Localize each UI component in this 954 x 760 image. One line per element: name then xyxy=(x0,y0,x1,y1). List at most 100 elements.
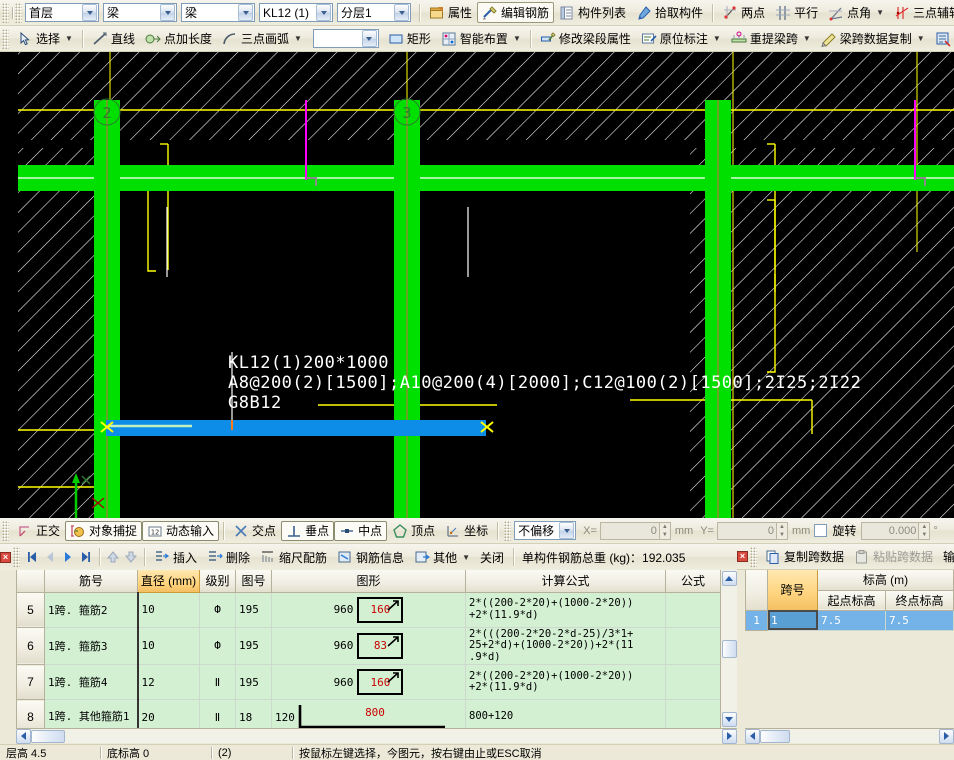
x-offset-spinner[interactable]: ▲▼ xyxy=(660,522,671,540)
cell-grade[interactable]: Ф xyxy=(200,592,236,627)
chevron-down-icon[interactable]: ▼ xyxy=(713,34,721,43)
rotate-input[interactable]: 0.000 xyxy=(861,522,919,540)
close-panel-button[interactable]: 关闭 xyxy=(475,547,509,568)
scroll-thumb[interactable] xyxy=(722,640,737,658)
dynamic-input-button[interactable]: 12 动态输入 xyxy=(142,521,219,541)
chevron-down-icon[interactable]: ▼ xyxy=(65,34,73,43)
ortho-button[interactable]: 正交 xyxy=(12,521,65,541)
cell-figure-no[interactable]: 195 xyxy=(236,627,272,665)
th-rebar-no[interactable]: 筋号 xyxy=(45,570,138,592)
th-span-no[interactable]: 跨号 xyxy=(768,570,818,610)
re-extract-span-button[interactable]: 重提梁跨 ▼ xyxy=(726,28,816,49)
rebar-toolbar-grip[interactable] xyxy=(13,547,20,567)
cell-shape[interactable]: 960 160 xyxy=(272,592,466,627)
component-category-combo[interactable]: 梁 xyxy=(181,3,255,22)
cell-grade[interactable]: Ф xyxy=(200,627,236,665)
th-start-elevation[interactable]: 起点标高 xyxy=(818,590,886,610)
component-type-combo[interactable]: 梁 xyxy=(103,3,177,22)
span-scroll-right-button[interactable] xyxy=(939,729,954,744)
properties-button[interactable]: 属性 xyxy=(424,2,477,23)
cell-formula[interactable]: 2*(((200-2*20-2*d-25)/3*1+ 25+2*d)+(1000… xyxy=(466,627,666,665)
copy-span-data-button[interactable]: 复制跨数据 xyxy=(760,546,849,567)
chevron-down-icon[interactable] xyxy=(362,30,377,47)
line-button[interactable]: 直线 xyxy=(87,28,140,49)
component-list-button[interactable]: 构件列表 xyxy=(554,2,631,23)
y-offset-input[interactable]: 0 xyxy=(717,522,777,540)
delete-row-button[interactable]: 删除 xyxy=(202,547,255,568)
intersection-snap-button[interactable]: 交点 xyxy=(228,521,281,541)
rebar-info-button[interactable]: 钢筋信息 xyxy=(332,547,409,568)
close-icon[interactable]: × xyxy=(0,552,11,563)
draw-toolbar-grip[interactable] xyxy=(2,29,9,49)
cell-shape[interactable]: 120 800 xyxy=(272,700,466,729)
last-record-button[interactable] xyxy=(77,548,95,566)
cell-formula-desc[interactable] xyxy=(666,665,721,700)
th-end-elevation[interactable]: 终点标高 xyxy=(886,590,954,610)
scroll-down-button[interactable] xyxy=(722,712,737,727)
scale-rebar-button[interactable]: 缩尺配筋 xyxy=(255,547,332,568)
cell-formula[interactable]: 800+120 xyxy=(466,700,666,729)
cad-canvas[interactable]: 2 3 2 3 KL12(1)200*1000 A8@200(2)[1500];… xyxy=(0,52,954,518)
midpoint-snap-button[interactable]: 中点 xyxy=(334,521,387,541)
offset-mode-combo[interactable]: 不偏移 xyxy=(514,521,576,540)
span-horizontal-scrollbar[interactable] xyxy=(745,728,954,743)
cell-span-no[interactable]: 1 xyxy=(768,610,818,630)
th-grade[interactable]: 级别 xyxy=(200,570,236,592)
chevron-down-icon[interactable]: ▼ xyxy=(917,34,925,43)
close-icon[interactable]: × xyxy=(737,551,748,562)
hscroll-thumb[interactable] xyxy=(31,730,65,743)
pick-component-button[interactable]: 拾取构件 xyxy=(631,2,708,23)
th-shape[interactable]: 图形 xyxy=(272,570,466,592)
chevron-down-icon[interactable]: ▼ xyxy=(462,553,470,562)
point-angle-button[interactable]: 点角 ▼ xyxy=(823,2,889,23)
in-situ-annotation-button[interactable]: 原位标注 ▼ xyxy=(636,28,726,49)
rectangle-button[interactable]: 矩形 xyxy=(383,28,436,49)
two-point-button[interactable]: 两点 xyxy=(717,2,770,23)
cell-figure-no[interactable]: 18 xyxy=(236,700,272,729)
rotate-spinner[interactable]: ▲▼ xyxy=(919,522,930,540)
th-formula[interactable]: 计算公式 xyxy=(466,570,666,592)
cell-formula-desc[interactable] xyxy=(666,700,721,729)
table-row[interactable]: 6 1跨. 箍筋3 10 Ф 195 960 83 xyxy=(17,627,721,665)
scroll-up-button[interactable] xyxy=(722,571,737,586)
cell-shape[interactable]: 960 83 xyxy=(272,627,466,665)
cell-formula-desc[interactable] xyxy=(666,627,721,665)
rebar-horizontal-scrollbar[interactable] xyxy=(16,728,737,743)
edit-rebar-button[interactable]: 编辑钢筋 xyxy=(477,2,554,23)
select-button[interactable]: 选择 ▼ xyxy=(12,28,78,49)
prev-record-button[interactable] xyxy=(41,548,59,566)
th-formula-desc[interactable]: 公式 xyxy=(666,570,721,592)
chevron-down-icon[interactable]: ▼ xyxy=(513,34,521,43)
table-row[interactable]: 7 1跨. 箍筋4 12 Ⅱ 195 960 160 xyxy=(17,665,721,700)
y-offset-spinner[interactable]: ▲▼ xyxy=(777,522,788,540)
chevron-down-icon[interactable] xyxy=(559,522,574,539)
point-length-button[interactable]: 点加长度 xyxy=(140,28,217,49)
cell-formula[interactable]: 2*((200-2*20)+(1000-2*20)) +2*(11.9*d) xyxy=(466,592,666,627)
chevron-down-icon[interactable]: ▼ xyxy=(294,34,302,43)
cell-figure-no[interactable]: 195 xyxy=(236,665,272,700)
cell-formula-desc[interactable] xyxy=(666,592,721,627)
snap-toolbar-grip[interactable] xyxy=(2,521,9,541)
floor-combo[interactable]: 首层 xyxy=(25,3,99,22)
three-point-axis-button[interactable]: 三点辅轴 ▼ xyxy=(889,2,954,23)
chevron-down-icon[interactable] xyxy=(160,4,175,21)
span-data-copy-button[interactable]: 梁跨数据复制 ▼ xyxy=(816,28,930,49)
smart-layout-button[interactable]: 智能布置 ▼ xyxy=(436,28,526,49)
table-row[interactable]: 8 1跨. 其他箍筋1 20 Ⅱ 18 120 xyxy=(17,700,721,729)
cell-shape[interactable]: 960 160 xyxy=(272,665,466,700)
cell-rebar-no[interactable]: 1跨. 其他箍筋1 xyxy=(45,700,138,729)
perpendicular-snap-button[interactable]: 垂点 xyxy=(281,521,334,541)
layer-combo[interactable]: 分层1 xyxy=(337,3,411,22)
cell-figure-no[interactable]: 195 xyxy=(236,592,272,627)
chevron-down-icon[interactable]: ▼ xyxy=(876,8,884,17)
span-toolbar-grip[interactable] xyxy=(750,547,757,567)
toolbar-grip-2[interactable] xyxy=(15,3,22,23)
vertex-snap-button[interactable]: 顶点 xyxy=(387,521,440,541)
cell-grade[interactable]: Ⅱ xyxy=(200,665,236,700)
cell-diameter[interactable]: 10 xyxy=(138,627,200,665)
cell-rebar-no[interactable]: 1跨. 箍筋2 xyxy=(45,592,138,627)
cell-diameter[interactable]: 20 xyxy=(138,700,200,729)
chevron-down-icon[interactable]: ▼ xyxy=(803,34,811,43)
other-button[interactable]: 其他 ▼ xyxy=(409,547,475,568)
cell-rebar-no[interactable]: 1跨. 箍筋4 xyxy=(45,665,138,700)
